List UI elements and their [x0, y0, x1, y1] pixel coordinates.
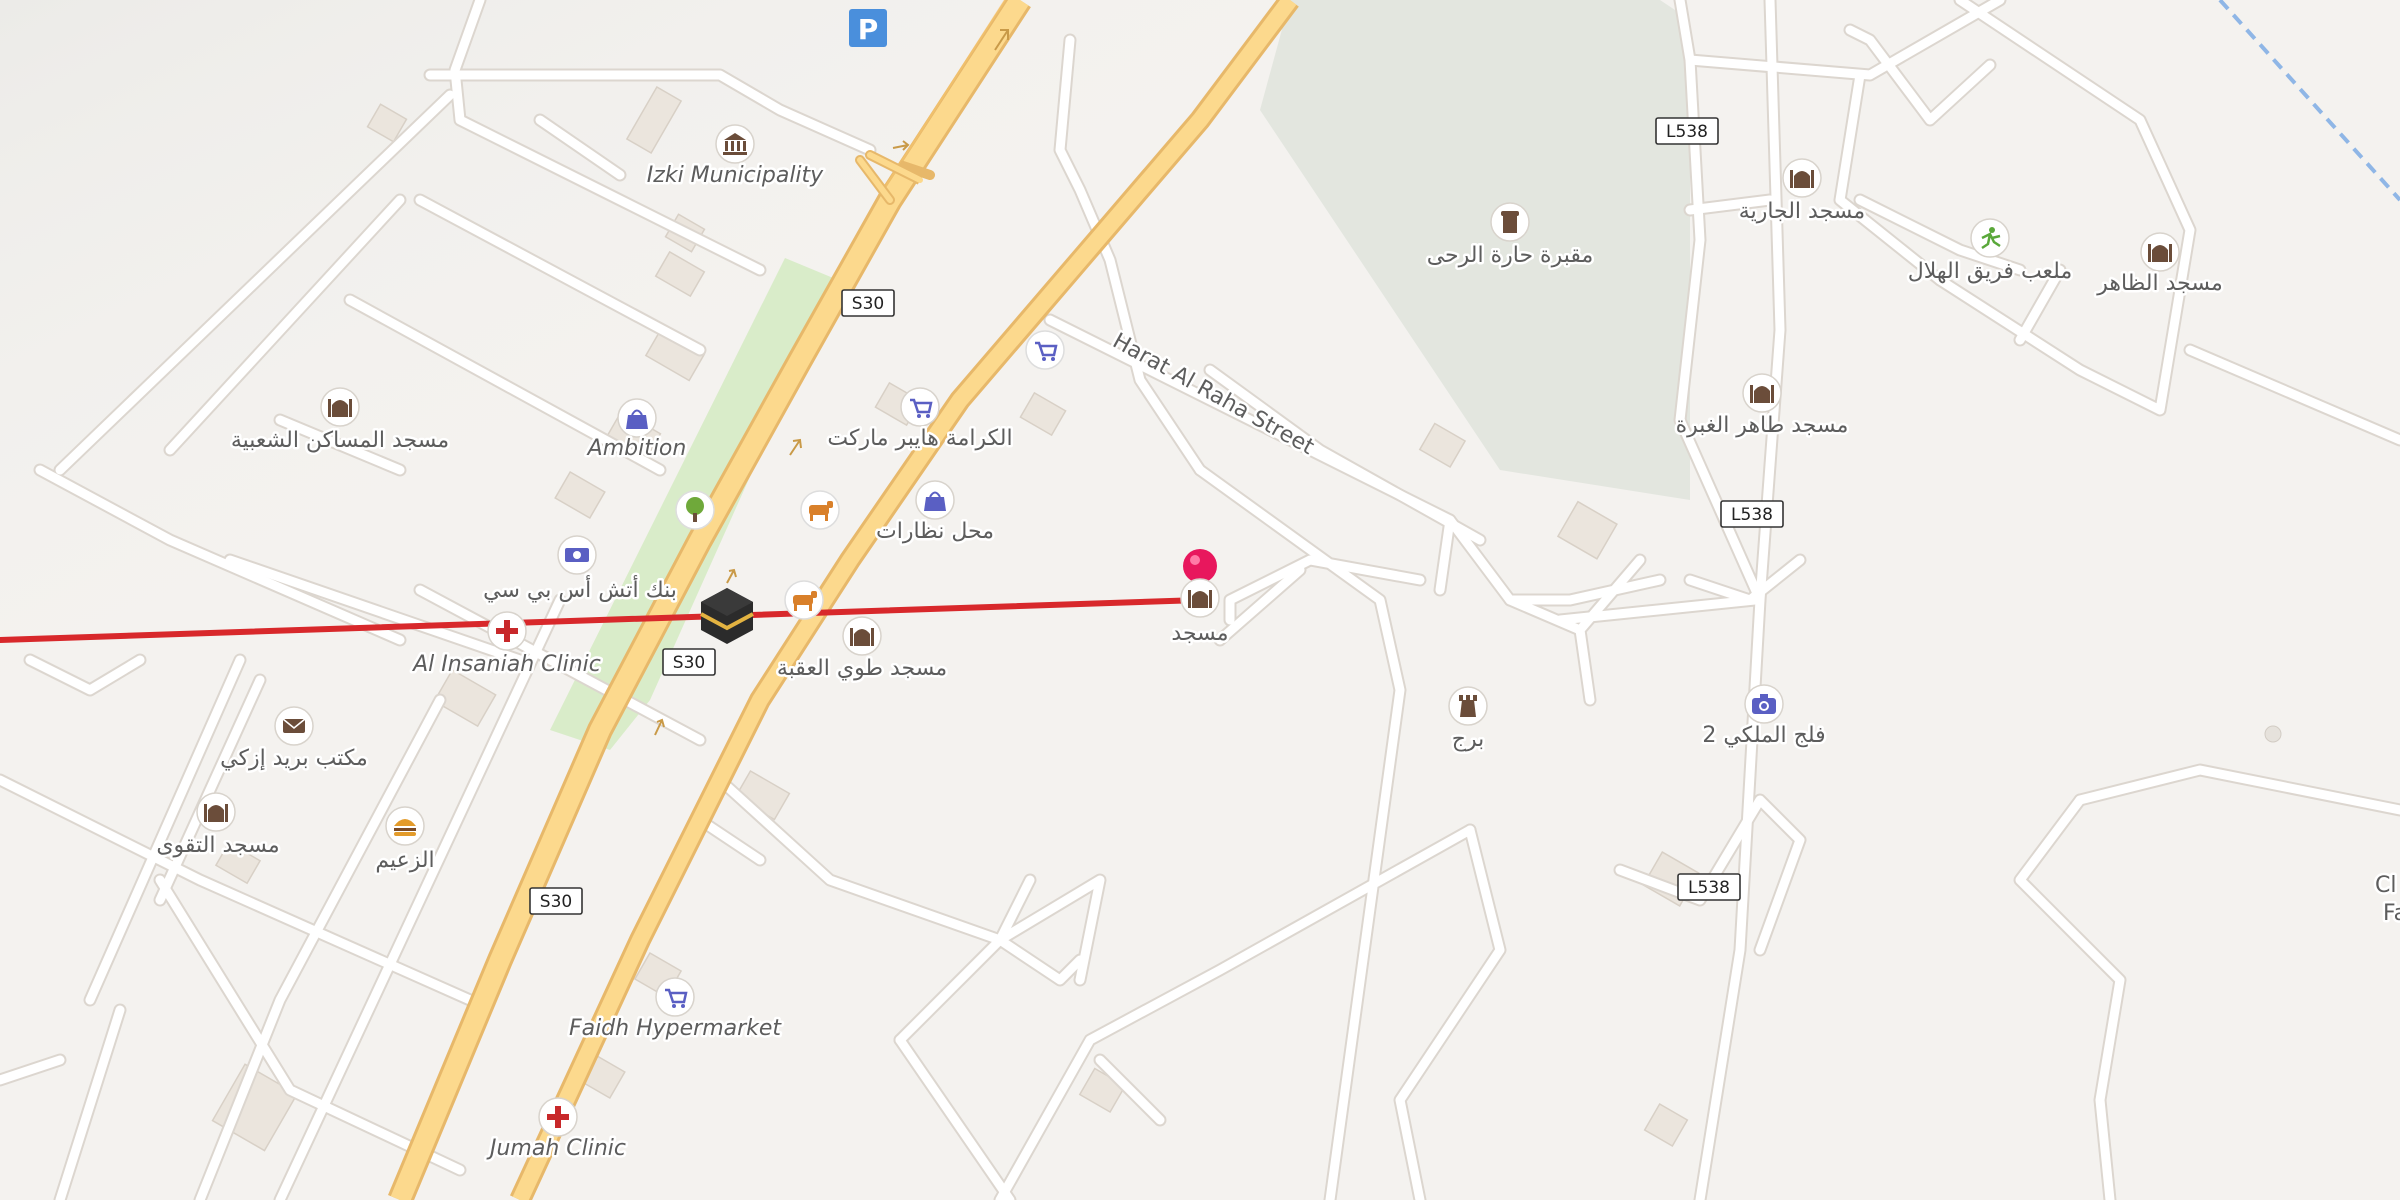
cattle-icon[interactable] [800, 490, 840, 530]
shopping-bag-icon [915, 480, 955, 520]
poi-label: مسجد المساكن الشعبية [231, 428, 449, 453]
svg-text:L538: L538 [1666, 122, 1708, 142]
camera-icon [1744, 684, 1784, 724]
tower-icon [1448, 686, 1488, 726]
mosque-icon [320, 387, 360, 427]
road-shield: L538 [1720, 500, 1784, 528]
poi-label: ملعب فريق الهلال [1908, 259, 2072, 284]
poi-label: مسجد التقوى [156, 833, 279, 858]
road-shield: S30 [841, 289, 895, 317]
poi-label: مقبرة حارة الرحى [1427, 243, 1594, 268]
svg-text:S30: S30 [673, 653, 705, 673]
poi-label: Izki Municipality [647, 163, 824, 188]
poi-label: Faidh Hypermarket [569, 1016, 782, 1041]
townhall-icon [715, 124, 755, 164]
mosque-icon [1742, 373, 1782, 413]
poi-label: بنك أتش أس بي سي [483, 575, 677, 603]
fast-food-icon [385, 806, 425, 846]
svg-text:P: P [858, 13, 879, 46]
shopping-bag-icon [617, 398, 657, 438]
poi-label: Ambition [586, 436, 687, 461]
map-canvas[interactable]: Harat Al Raha Street S30 S30 S30 L538 L5… [0, 0, 2400, 1200]
road-shield: L538 [1677, 873, 1741, 901]
shopping-cart-icon[interactable] [1025, 330, 1065, 370]
svg-text:S30: S30 [540, 892, 572, 912]
parking-icon[interactable]: P [849, 9, 887, 47]
svg-text:L538: L538 [1688, 878, 1730, 898]
tree-icon[interactable] [675, 490, 715, 530]
shopping-cart-icon [655, 977, 695, 1017]
poi-label: مسجد الجارية [1739, 199, 1865, 224]
poi-label: مسجد الظاهر [2096, 271, 2222, 296]
poi-label: برج [1452, 727, 1484, 752]
mosque-icon [1782, 158, 1822, 198]
poi-label: مسجد [1171, 621, 1228, 646]
poi-label: محل نظارات [876, 519, 994, 544]
svg-text:L538: L538 [1731, 505, 1773, 525]
poi-label: الزعيم [375, 848, 434, 873]
cemetery-icon [1490, 202, 1530, 242]
bank-note-icon [557, 535, 597, 575]
road-shield: S30 [662, 648, 716, 676]
edge-label: Cl [2375, 873, 2396, 898]
edge-label: Fa [2383, 901, 2400, 926]
poi-label: Al Insaniah Clinic [411, 652, 601, 677]
sports-icon [1970, 218, 2010, 258]
clinic-cross-icon [538, 1097, 578, 1137]
poi-label: Jumah Clinic [486, 1136, 626, 1161]
shopping-cart-icon [900, 387, 940, 427]
poi-label: فلج الملكي 2 [1702, 723, 1825, 748]
mosque-icon [196, 792, 236, 832]
mosque-icon [2140, 232, 2180, 272]
post-office-icon [274, 706, 314, 746]
poi-tower[interactable]: برج [1448, 686, 1488, 755]
poi-label: مسجد طاهر الغبرة [1676, 413, 1849, 438]
svg-text:S30: S30 [852, 294, 884, 314]
poi-label: الكرامة هايبر ماركت [827, 426, 1012, 451]
road-shield: L538 [1655, 117, 1719, 145]
mosque-icon [1180, 578, 1220, 618]
point-marker [2264, 725, 2282, 743]
cattle-icon[interactable] [784, 580, 824, 620]
poi-label: مكتب بريد إزكي [220, 746, 368, 771]
poi-label: مسجد طوي العقبة [777, 656, 947, 681]
mosque-icon [842, 616, 882, 656]
clinic-cross-icon [487, 611, 527, 651]
road-shield: S30 [529, 887, 583, 915]
